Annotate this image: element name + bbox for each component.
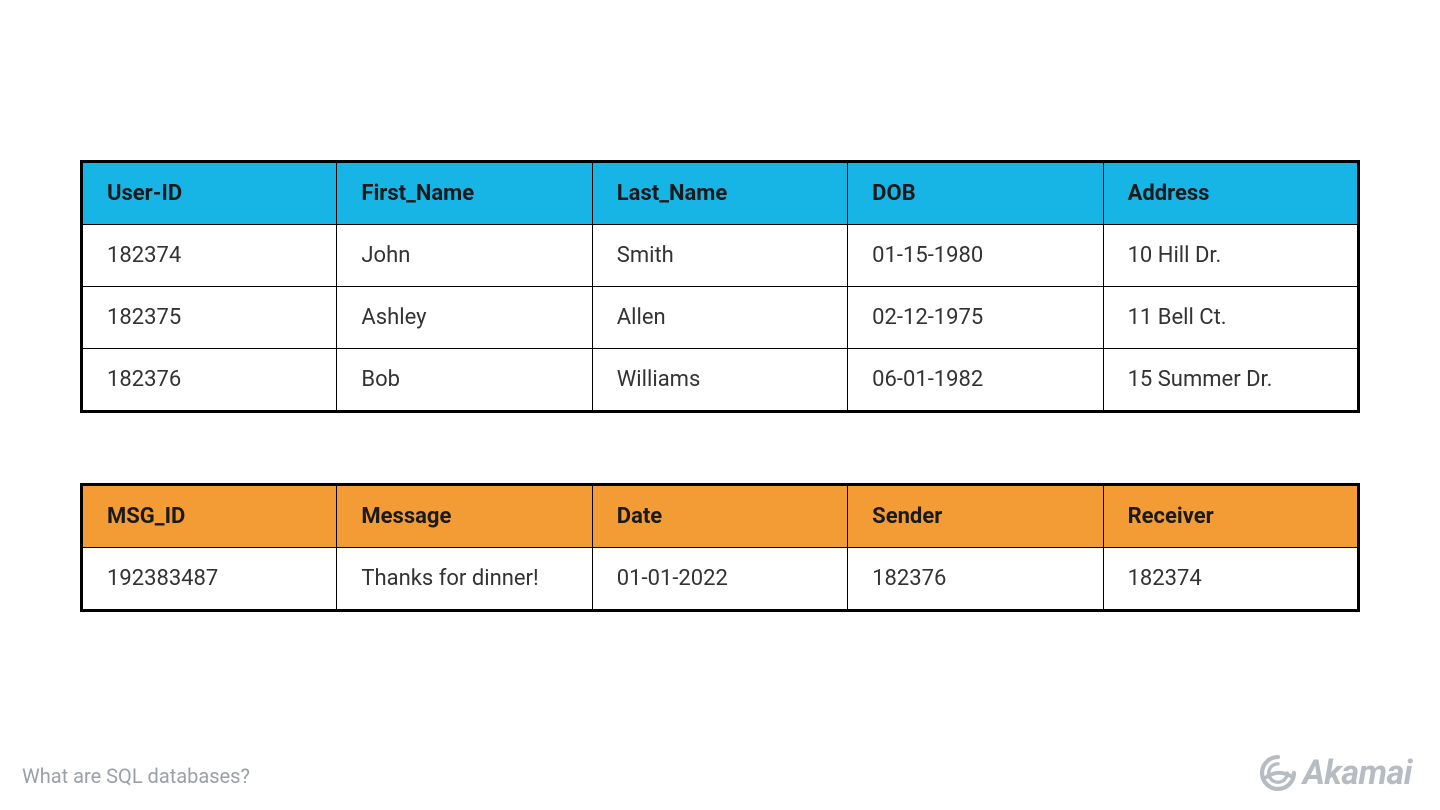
cell-user-id: 182375 (82, 287, 337, 349)
cell-address: 11 Bell Ct. (1103, 287, 1358, 349)
cell-dob: 02-12-1975 (848, 287, 1103, 349)
table-row: 192383487 Thanks for dinner! 01-01-2022 … (82, 548, 1359, 611)
col-header-sender: Sender (848, 485, 1103, 548)
cell-last-name: Smith (592, 225, 847, 287)
cell-first-name: Bob (337, 349, 592, 412)
cell-sender: 182376 (848, 548, 1103, 611)
cell-address: 15 Summer Dr. (1103, 349, 1358, 412)
table-row: 182375 Ashley Allen 02-12-1975 11 Bell C… (82, 287, 1359, 349)
col-header-dob: DOB (848, 162, 1103, 225)
cell-user-id: 182376 (82, 349, 337, 412)
table-row: 182376 Bob Williams 06-01-1982 15 Summer… (82, 349, 1359, 412)
tables-container: User-ID First_Name Last_Name DOB Address… (80, 160, 1360, 612)
table-header-row: MSG_ID Message Date Sender Receiver (82, 485, 1359, 548)
brand-logo: Akamai (1257, 752, 1412, 794)
table-row: 182374 John Smith 01-15-1980 10 Hill Dr. (82, 225, 1359, 287)
cell-user-id: 182374 (82, 225, 337, 287)
col-header-last-name: Last_Name (592, 162, 847, 225)
cell-first-name: Ashley (337, 287, 592, 349)
cell-first-name: John (337, 225, 592, 287)
cell-dob: 01-15-1980 (848, 225, 1103, 287)
cell-date: 01-01-2022 (592, 548, 847, 611)
cell-message: Thanks for dinner! (337, 548, 592, 611)
col-header-first-name: First_Name (337, 162, 592, 225)
users-table: User-ID First_Name Last_Name DOB Address… (80, 160, 1360, 413)
cell-msg-id: 192383487 (82, 548, 337, 611)
cell-receiver: 182374 (1103, 548, 1358, 611)
wave-icon (1257, 752, 1299, 794)
col-header-message: Message (337, 485, 592, 548)
col-header-receiver: Receiver (1103, 485, 1358, 548)
col-header-msg-id: MSG_ID (82, 485, 337, 548)
cell-dob: 06-01-1982 (848, 349, 1103, 412)
brand-name: Akamai (1303, 753, 1412, 793)
col-header-address: Address (1103, 162, 1358, 225)
table-spacer (80, 413, 1360, 483)
cell-address: 10 Hill Dr. (1103, 225, 1358, 287)
messages-table: MSG_ID Message Date Sender Receiver 1923… (80, 483, 1360, 612)
col-header-user-id: User-ID (82, 162, 337, 225)
cell-last-name: Williams (592, 349, 847, 412)
cell-last-name: Allen (592, 287, 847, 349)
caption-text: What are SQL databases? (22, 764, 250, 788)
table-header-row: User-ID First_Name Last_Name DOB Address (82, 162, 1359, 225)
col-header-date: Date (592, 485, 847, 548)
